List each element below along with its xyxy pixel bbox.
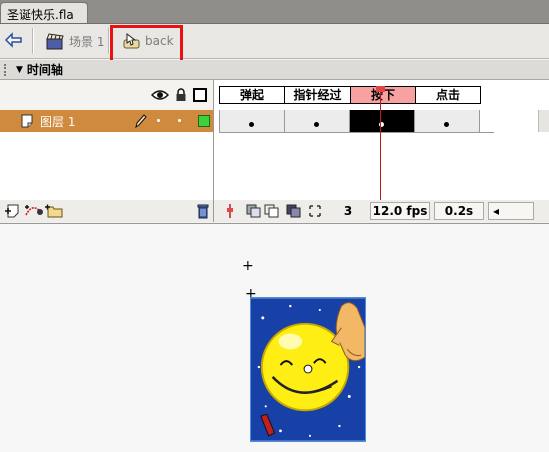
breadcrumb-scene[interactable]: 场景 1 — [45, 30, 104, 52]
layer-name: 图层 1 — [40, 114, 76, 129]
insert-folder-icon[interactable] — [44, 203, 64, 219]
layer-header — [0, 80, 213, 110]
lock-icon[interactable] — [175, 88, 187, 102]
lock-dot[interactable] — [178, 119, 181, 122]
keyframe-dot — [444, 122, 449, 127]
keyframe-dot — [314, 122, 319, 127]
frame-cell-over[interactable] — [284, 110, 349, 132]
playhead-marker-icon[interactable] — [376, 86, 385, 92]
horizontal-scrollbar[interactable]: ◂ — [488, 202, 534, 220]
trash-icon[interactable] — [196, 203, 210, 219]
insert-layer-icon[interactable] — [4, 203, 22, 219]
frame-label-header: 弹起 指针经过 按下 点击 — [219, 86, 481, 104]
layer-panel: 图层 1 — [0, 80, 214, 222]
frame-label-hit[interactable]: 点击 — [415, 86, 481, 104]
playhead[interactable] — [380, 86, 381, 200]
add-motion-guide-icon[interactable] — [24, 203, 44, 219]
frame-cell-empty[interactable] — [479, 110, 494, 132]
frame-label-over[interactable]: 指针经过 — [284, 86, 350, 104]
vertical-scrollbar[interactable] — [538, 110, 549, 132]
document-tab-bar: 圣诞快乐.fla — [0, 0, 549, 24]
timeline-status-bar: 3 12.0 fps 0.2s ◂ — [214, 200, 549, 222]
breadcrumb-scene-label: 场景 1 — [69, 34, 105, 49]
layer-page-icon — [21, 114, 33, 128]
frame-rate[interactable]: 12.0 fps — [370, 202, 430, 220]
stage[interactable]: + + — [0, 223, 549, 452]
modify-onion-markers-icon[interactable] — [308, 204, 322, 218]
outline-color-square[interactable] — [198, 115, 210, 127]
outline-icon[interactable] — [193, 88, 207, 102]
edit-multiple-frames-icon[interactable] — [286, 204, 302, 218]
frame-cell-down[interactable] — [349, 110, 414, 132]
arrow-left-icon[interactable] — [3, 30, 25, 50]
frame-cell-hit[interactable] — [414, 110, 479, 132]
timeline-panel-header[interactable]: ▼ 时间轴 — [0, 60, 549, 80]
pencil-icon — [135, 114, 147, 129]
elapsed-time: 0.2s — [434, 202, 484, 220]
frame-row — [219, 110, 494, 133]
document-tab[interactable]: 圣诞快乐.fla — [0, 2, 88, 23]
smiley-button-graphic[interactable] — [250, 297, 366, 442]
frame-label-up[interactable]: 弹起 — [219, 86, 284, 104]
panel-grip[interactable] — [4, 63, 12, 76]
center-frame-icon[interactable] — [224, 203, 236, 219]
edit-bar: 场景 1 back — [0, 24, 549, 59]
layer-toolbar — [0, 200, 213, 222]
highlight-box — [110, 25, 183, 63]
clapperboard-icon — [46, 33, 64, 50]
eye-icon[interactable] — [151, 89, 169, 101]
layer-row[interactable]: 图层 1 — [0, 110, 213, 132]
registration-crosshair-icon: + — [242, 258, 254, 274]
visibility-dot[interactable] — [157, 119, 160, 122]
keyframe-dot — [249, 122, 254, 127]
onion-skin-outlines-icon[interactable] — [264, 204, 280, 218]
frame-cell-up[interactable] — [219, 110, 284, 132]
document-tab-label: 圣诞快乐.fla — [7, 8, 74, 22]
collapse-triangle-icon[interactable]: ▼ — [16, 65, 23, 75]
current-frame: 3 — [343, 204, 353, 218]
onion-skin-icon[interactable] — [246, 204, 262, 218]
timeline-title: 时间轴 — [26, 63, 63, 77]
